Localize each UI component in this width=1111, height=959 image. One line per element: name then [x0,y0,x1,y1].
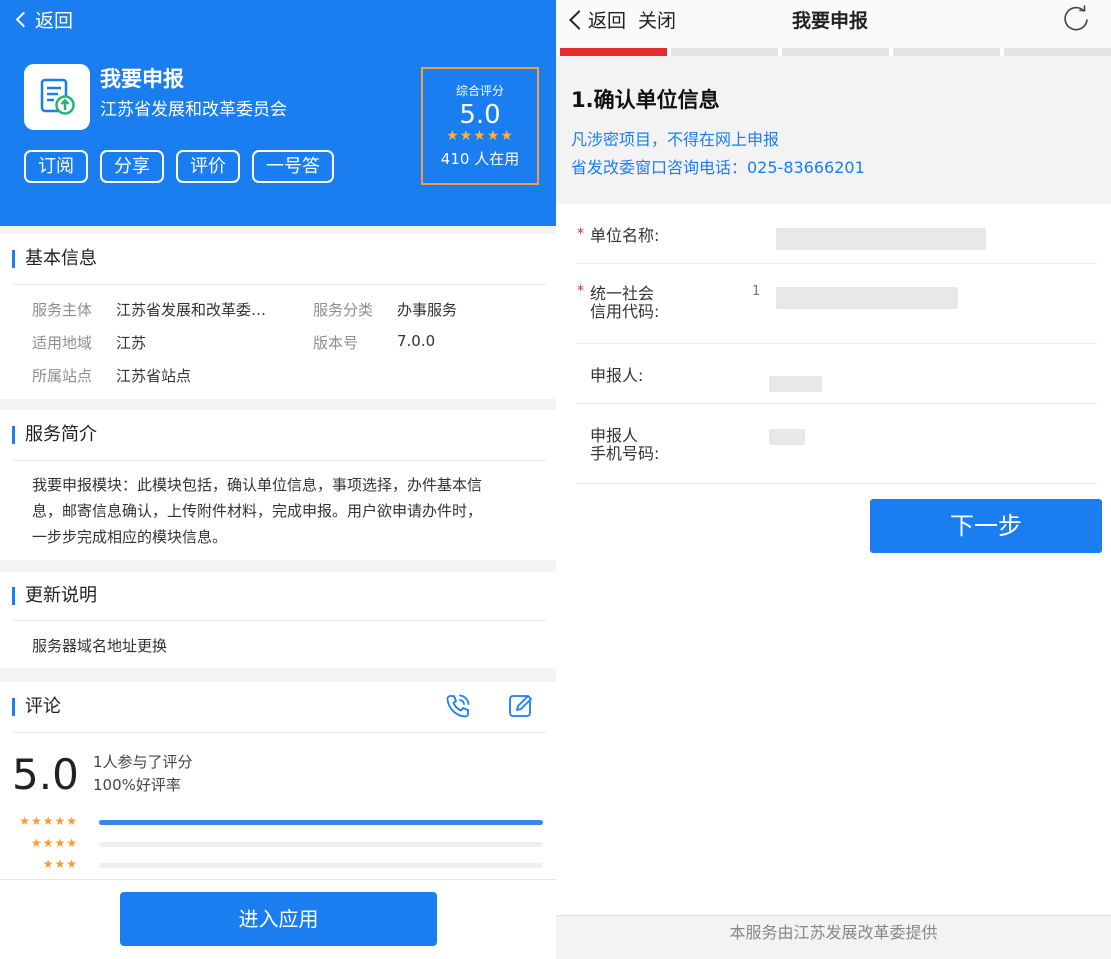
back-label: 返回 [35,10,74,32]
divider [576,343,1097,344]
refresh-icon[interactable] [1060,2,1092,36]
declaration-form-panel: 返回 关闭 我要申报 1.确认单位信息 凡涉密项目，不得在网上申报 省发改委窗口… [556,0,1111,959]
info-value: 江苏省站点 [116,367,192,385]
participant-count: 1人参与了评分 [93,753,193,771]
comments-card: 评论 [0,682,556,882]
divider [12,620,546,621]
intro-line: 一步步完成相应的模块信息。 [32,528,228,546]
provider-footer: 本服务由江苏发展改革委提供 [556,915,1111,959]
step-indicator [1004,48,1111,56]
info-label: 所属站点 [32,367,93,385]
info-value: 办事服务 [397,301,458,319]
divider [12,732,546,733]
section-title: 1.确认单位信息 [571,88,720,112]
back-label: 返回 [588,10,627,32]
info-value: 7.0.0 [397,332,436,350]
divider [12,460,546,461]
section-header: 1.确认单位信息 凡涉密项目，不得在网上申报 省发改委窗口咨询电话：025-83… [556,56,1111,204]
applicant-label: 申报人: [590,366,644,385]
step-indicator [782,48,889,56]
step-progress [560,48,1111,56]
divider [576,403,1097,404]
section-title-basic: 基本信息 [12,250,97,268]
good-rate: 100%好评率 [93,776,181,794]
chevron-left-icon [569,9,589,30]
overall-score-box: 综合评分 5.0 ★★★★★ 410 人在用 [421,67,539,185]
info-value: 江苏省发展和改革委… [116,301,267,319]
required-mark: * [577,226,584,242]
rating-bar [99,842,543,847]
close-button[interactable]: 关闭 [638,6,676,33]
app-name: 我要申报 [100,67,184,91]
back-button[interactable]: 返回 [564,6,626,33]
phone-label-line: 申报人 [590,426,639,445]
subscribe-button[interactable]: 订阅 [24,150,88,183]
star-rating-icon: ★★★★★ [446,128,514,144]
app-header: 返回 我要申报 江苏省发展和改革委员会 订阅 分享 评价 一号答 综合评分 5.… [0,0,556,226]
info-value: 江苏 [116,334,147,352]
consult-phone: 省发改委窗口咨询电话：025-83666201 [571,158,865,177]
basic-info-card: 基本信息 服务主体 江苏省发展和改革委… 服务分类 办事服务 适用地域 江苏 版… [0,234,556,399]
score-value: 5.0 [459,100,501,130]
required-mark: * [577,283,584,299]
credit-code-prefix: 1 [752,284,761,299]
five-star-label: ★★★★★ [19,814,78,828]
intro-text: 我要申报模块：此模块包括，确认单位信息，事项选择，办件基本信 息，邮寄信息确认，… [32,472,536,550]
info-label: 适用地域 [32,334,93,352]
divider [576,483,1097,484]
next-step-button[interactable]: 下一步 [870,499,1102,553]
section-title-intro: 服务简介 [12,426,97,444]
credit-code-label-line: 信用代码: [590,302,660,321]
four-star-label: ★★★★ [30,836,78,850]
page-title: 我要申报 [792,10,869,32]
score-title: 综合评分 [455,84,504,98]
document-upload-icon [24,64,90,130]
rating-bar [99,863,543,868]
divider [12,284,546,285]
edit-icon[interactable] [506,691,536,721]
unit-name-input[interactable] [776,228,986,250]
info-label: 服务主体 [32,301,93,319]
back-button[interactable]: 返回 [14,6,73,33]
intro-line: 我要申报模块：此模块包括，确认单位信息，事项选择，办件基本信 [32,476,483,494]
phone-label: 申报人 手机号码: [590,427,659,463]
secret-notice: 凡涉密项目，不得在网上申报 [571,130,780,149]
divider [576,263,1097,264]
nav-bar: 返回 关闭 我要申报 [556,0,1111,48]
step-indicator [671,48,778,56]
service-detail-panel: 返回 我要申报 江苏省发展和改革委员会 订阅 分享 评价 一号答 综合评分 5.… [0,0,556,959]
three-star-label: ★★★ [42,857,78,871]
service-intro-card: 服务简介 我要申报模块：此模块包括，确认单位信息，事项选择，办件基本信 息，邮寄… [0,410,556,560]
intro-line: 息，邮寄信息确认，上传附件材料，完成申报。用户欲申请办件时， [32,502,483,520]
step-indicator [893,48,1000,56]
info-label: 版本号 [313,334,359,352]
hotline-button[interactable]: 一号答 [252,150,334,183]
applicant-input[interactable] [769,376,822,392]
chevron-left-icon [15,11,32,28]
user-count: 410 人在用 [440,150,520,168]
bottom-bar: 进入应用 [0,879,556,959]
phone-label-line: 手机号码: [590,444,660,463]
update-notes-card: 更新说明 服务器域名地址更换 [0,572,556,668]
comments-score: 5.0 [12,750,79,799]
info-label: 服务分类 [313,301,374,319]
rating-bar [99,820,543,825]
section-title-update: 更新说明 [12,587,97,605]
share-button[interactable]: 分享 [100,150,164,183]
phone-input[interactable] [769,429,805,445]
update-text: 服务器域名地址更换 [32,637,168,655]
step-indicator [560,48,667,56]
section-title-comments: 评论 [12,698,61,716]
credit-code-label: 统一社会 信用代码: [590,285,659,321]
rating-bar-fill [99,820,543,825]
action-buttons: 订阅 分享 评价 一号答 [24,150,334,183]
app-org: 江苏省发展和改革委员会 [100,100,287,120]
review-button[interactable]: 评价 [176,150,240,183]
credit-code-label-line: 统一社会 [590,284,655,303]
enter-app-button[interactable]: 进入应用 [120,892,437,946]
unit-name-label: 单位名称: [590,226,660,245]
credit-code-input[interactable] [776,287,958,309]
phone-icon[interactable] [443,691,473,721]
